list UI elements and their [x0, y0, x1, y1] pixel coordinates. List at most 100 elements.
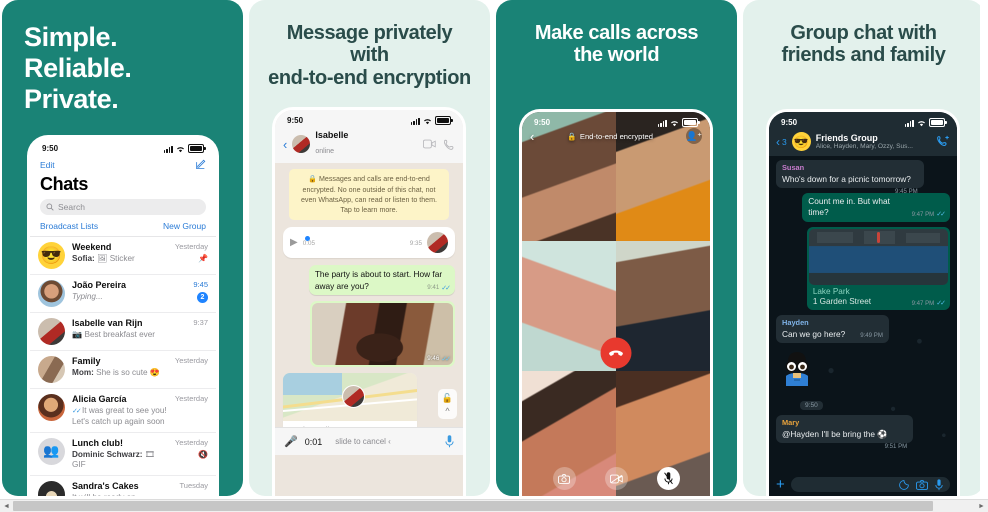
sticker-icon[interactable] [899, 479, 909, 490]
broadcast-lists-link[interactable]: Broadcast Lists [40, 221, 98, 231]
wifi-icon [917, 120, 926, 127]
phone-mockup-group-chat: 9:50 ‹ 3 😎 Friends Group Alice, Hayden, M… [769, 112, 957, 496]
group-message-input-bar[interactable]: + [769, 471, 957, 496]
scrollbar-thumb[interactable] [13, 501, 933, 511]
status-time: 9:50 [781, 118, 798, 127]
contact-name: Isabelle [315, 130, 349, 140]
chat-preview: Mom: She is so cute 😍 [72, 367, 161, 377]
scroll-left-arrow[interactable]: ◄ [0, 500, 13, 512]
photo-attachment[interactable]: 9:46 ✓✓ [311, 302, 453, 365]
chat-list-item[interactable]: João Pereira Typing... 9:45 2 [30, 275, 216, 313]
chat-list-item[interactable]: Alicia García ✓✓ It was great to see you… [30, 389, 216, 433]
chat-list[interactable]: 😎 Weekend Sofia: 🖼 Sticker Yesterday 📌 J… [30, 236, 216, 496]
message-bubble-location[interactable]: Lake Park 9:47 PM ✓✓ 1 Garden Street [806, 226, 950, 310]
scroll-right-arrow[interactable]: ► [975, 500, 988, 512]
message-time: 9:46 [427, 355, 440, 363]
encryption-notice[interactable]: 🔒 Messages and calls are end-to-end encr… [289, 169, 449, 221]
group-avatar[interactable]: 😎 [791, 132, 811, 151]
panel-simple-reliable-private[interactable]: Simple. Reliable. Private. 9:50 Edit Cha… [2, 0, 243, 496]
add-participant-icon[interactable]: 👤⁺ [686, 128, 702, 144]
new-group-link[interactable]: New Group [163, 221, 206, 231]
chevron-left-icon: ‹ [388, 437, 391, 447]
avatar[interactable] [292, 135, 311, 154]
cellular-signal-icon [904, 120, 914, 127]
group-conversation-body[interactable]: Susan Who's down for a picnic tomorrow? … [769, 156, 957, 450]
message-bubble-incoming[interactable]: Susan Who's down for a picnic tomorrow? … [776, 160, 924, 195]
panel-end-to-end-encryption[interactable]: Message privately with end-to-end encryp… [249, 0, 490, 496]
message-bubble-incoming[interactable]: Hayden Can we go here? 9:49 PM [776, 314, 889, 343]
video-call-icon[interactable] [423, 139, 436, 150]
chat-list-item[interactable]: Isabelle van Rijn 📷 Best breakfast ever … [30, 313, 216, 351]
message-bubble-outgoing[interactable]: The party is about to start. How far awa… [308, 265, 455, 295]
horizontal-scrollbar[interactable]: ◄ ► [0, 499, 988, 512]
live-location-bubble[interactable]: ➤ Live Until 10:49 9:49 Sharing my locat… [283, 372, 418, 428]
message-meta: 9:41 ✓✓ [427, 284, 451, 293]
panel-make-calls-across-the-world[interactable]: Make calls across the world 9:50 ‹ 🔒 End… [496, 0, 737, 496]
message-time: 9:51 PM [884, 442, 908, 450]
plus-icon[interactable]: + [776, 477, 785, 492]
preview-sender: Sofia: [72, 253, 95, 263]
read-ticks-icon: ✓✓ [72, 407, 82, 415]
add-call-icon[interactable] [937, 135, 950, 148]
back-chevron-icon[interactable]: ‹ 3 [776, 135, 787, 149]
contact-info: Isabelle online [315, 130, 348, 158]
chat-list-item[interactable]: 😎 Weekend Sofia: 🖼 Sticker Yesterday 📌 [30, 237, 216, 275]
mic-button[interactable] [445, 435, 454, 448]
avatar [38, 356, 65, 383]
call-encryption-label: 🔒 End-to-end encrypted [567, 131, 653, 141]
group-info[interactable]: Friends Group Alice, Hayden, Mary, Ozzy,… [816, 133, 913, 150]
video-toggle-button[interactable] [604, 467, 628, 490]
status-time: 9:50 [42, 144, 59, 153]
chats-quick-links: Broadcast Lists New Group [30, 221, 216, 236]
chat-list-item[interactable]: 👥 Lunch club! Dominic Schwarz: 🎞 GIF Yes… [30, 433, 216, 477]
slide-to-cancel-hint: slide to cancel ‹ [335, 437, 391, 447]
scrollbar-track[interactable] [13, 500, 975, 512]
chat-name: João Pereira [72, 280, 127, 290]
phone-mockup-group-call: 9:50 ‹ 🔒 End-to-end encrypted 👤⁺ [522, 112, 710, 496]
play-icon[interactable]: ▶ [290, 237, 298, 248]
voice-call-icon[interactable] [444, 139, 455, 150]
chat-list-item[interactable]: Family Mom: She is so cute 😍 Yesterday [30, 351, 216, 389]
map-block [817, 231, 854, 244]
cellular-signal-icon [657, 120, 667, 127]
edit-button[interactable]: Edit [40, 160, 55, 170]
compose-icon[interactable] [195, 159, 206, 170]
message-input[interactable] [790, 477, 950, 492]
map-preview[interactable] [283, 372, 418, 421]
panel-group-chat[interactable]: Group chat with friends and family 9:50 … [743, 0, 984, 496]
camera-icon[interactable] [916, 479, 928, 490]
read-ticks-icon: ✓✓ [936, 211, 946, 219]
location-arrow-icon: ➤ [289, 425, 295, 428]
read-ticks-icon: ✓✓ [441, 355, 451, 363]
chat-time: Yesterday [174, 437, 208, 447]
voice-progress-track[interactable]: 0:05 9:35 [303, 236, 422, 247]
header-actions [423, 139, 455, 150]
message-sender: Susan [782, 163, 805, 172]
scroll-to-bottom-control[interactable]: 🔓 ^ [438, 389, 457, 420]
back-chevron-icon[interactable]: ‹ [283, 138, 287, 151]
message-bubble-incoming[interactable]: Mary @Hayden I'll be bring the ⚽ 9:51 PM [776, 414, 914, 450]
mute-button[interactable] [656, 467, 680, 490]
mic-icon[interactable] [935, 478, 943, 491]
map-preview[interactable] [808, 228, 948, 285]
headline-line-1: Group chat with [790, 22, 937, 44]
search-input[interactable]: Search [40, 199, 206, 215]
message-bubble-photo[interactable]: 9:46 ✓✓ [309, 300, 455, 367]
page-title: Chats [40, 174, 89, 194]
avatar [38, 318, 65, 345]
end-call-button[interactable] [600, 337, 632, 369]
phone-mockup-chats: 9:50 Edit Chats Search Broadcast Lists N… [30, 138, 216, 496]
voice-recording-bar[interactable]: 🎤 0:01 slide to cancel ‹ [275, 427, 463, 456]
avatar: 😎 [38, 242, 65, 269]
chevron-up-icon[interactable]: ^ [445, 406, 449, 416]
message-bubble-sticker[interactable] [776, 348, 950, 390]
contact-status: online [315, 148, 335, 156]
pin-icon: 📌 [198, 254, 208, 263]
conversation-body[interactable]: 🔒 Messages and calls are end-to-end encr… [275, 163, 463, 428]
sticker-icon [785, 351, 809, 386]
voice-message-bubble[interactable]: ▶ 0:05 9:35 [283, 227, 455, 259]
message-bubble-outgoing[interactable]: Count me in. But what time? 9:47 PM ✓✓ [802, 193, 950, 222]
chat-list-item[interactable]: Sandra's Cakes It will be ready on Thurs… [30, 476, 216, 496]
flip-camera-button[interactable] [552, 467, 576, 490]
preview-sender: Mom: [72, 367, 94, 377]
